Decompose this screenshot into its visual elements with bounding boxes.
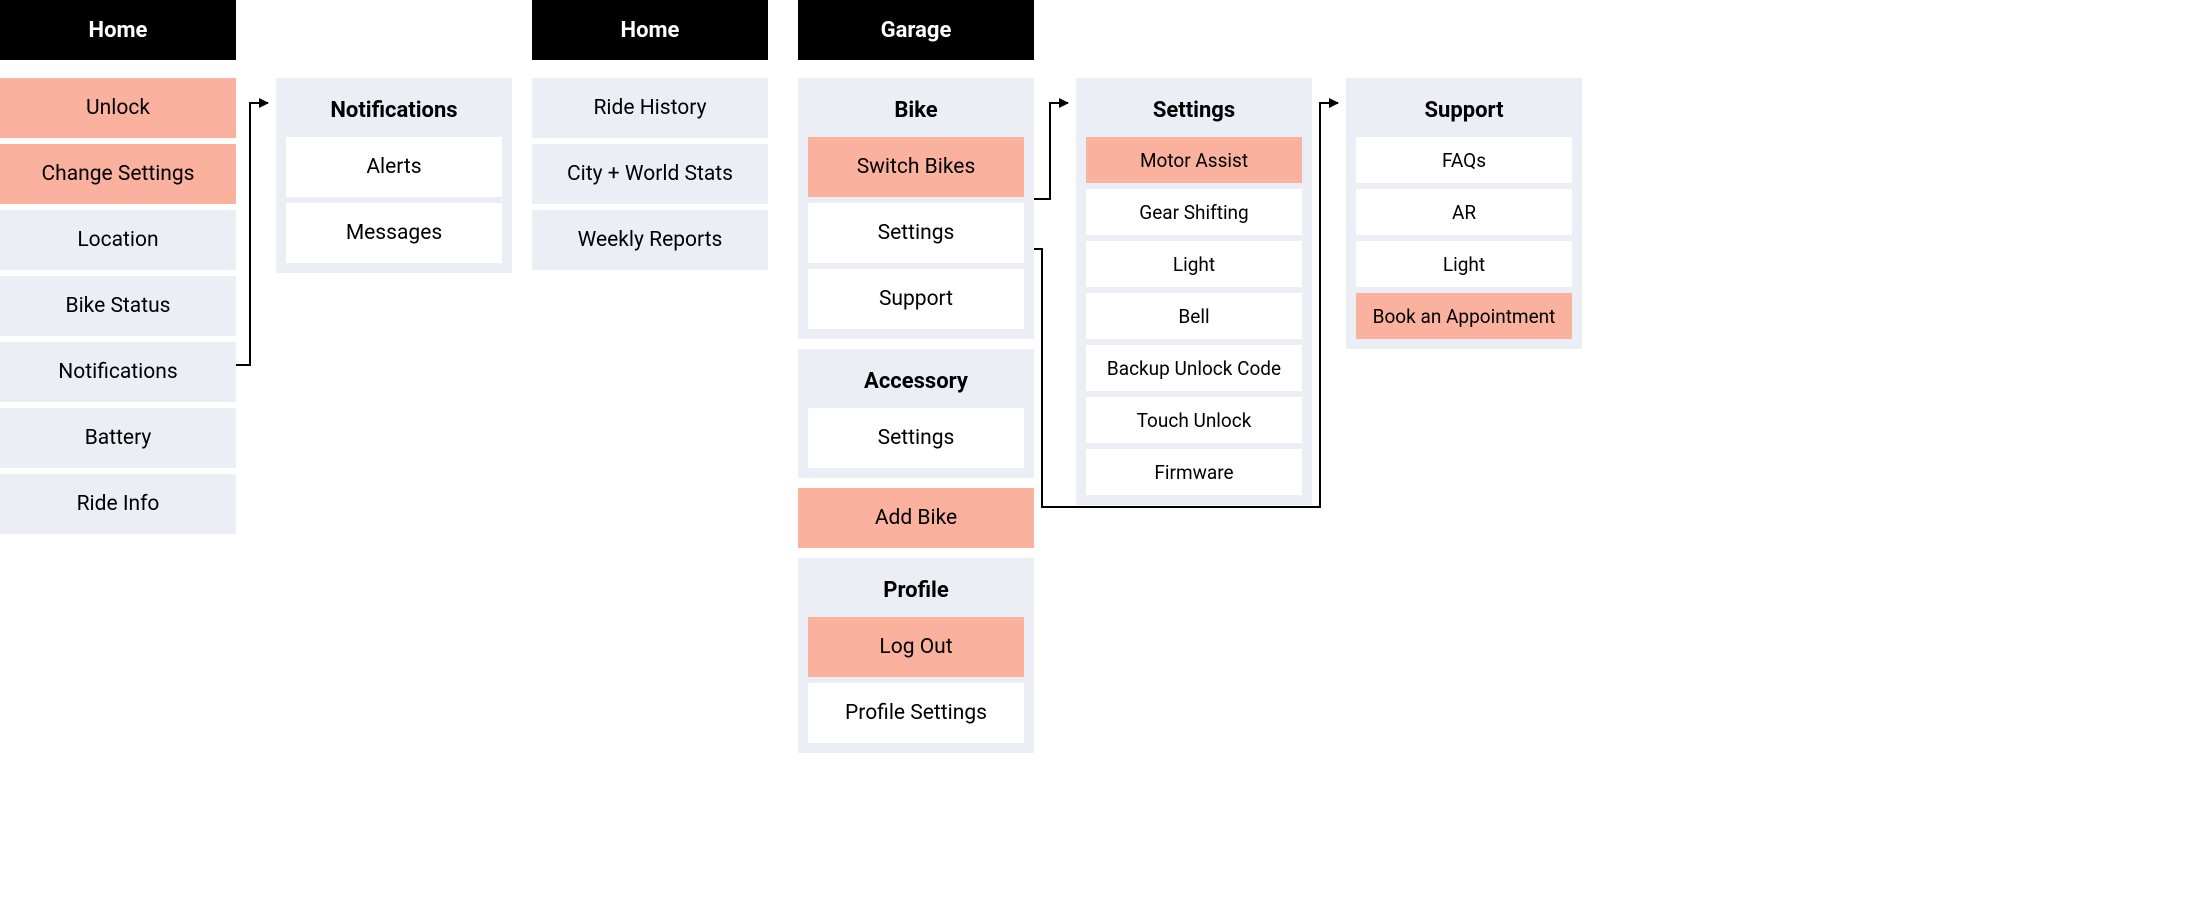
header-home-1: Home bbox=[0, 0, 236, 60]
panel-title-profile: Profile bbox=[808, 568, 1024, 617]
panel-profile: Profile Log Out Profile Settings bbox=[798, 558, 1034, 753]
item-ride-history[interactable]: Ride History bbox=[532, 78, 768, 138]
item-touch-unlock[interactable]: Touch Unlock bbox=[1086, 397, 1302, 443]
home2-items: Ride History City + World Stats Weekly R… bbox=[532, 78, 768, 270]
home1-items: Unlock Change Settings Location Bike Sta… bbox=[0, 78, 236, 534]
panel-settings: Settings Motor Assist Gear Shifting Ligh… bbox=[1076, 78, 1312, 505]
panel-accessory: Accessory Settings bbox=[798, 349, 1034, 478]
item-bike-support[interactable]: Support bbox=[808, 269, 1024, 329]
col-support: Support FAQs AR Light Book an Appointmen… bbox=[1346, 78, 1582, 359]
col-garage: Garage Bike Switch Bikes Settings Suppor… bbox=[798, 0, 1034, 763]
item-profile-settings[interactable]: Profile Settings bbox=[808, 683, 1024, 743]
panel-title-bike: Bike bbox=[808, 88, 1024, 137]
item-backup-unlock-code[interactable]: Backup Unlock Code bbox=[1086, 345, 1302, 391]
col-notifications: Notifications Alerts Messages bbox=[276, 78, 512, 283]
item-firmware[interactable]: Firmware bbox=[1086, 449, 1302, 495]
item-change-settings[interactable]: Change Settings bbox=[0, 144, 236, 204]
header-home-2: Home bbox=[532, 0, 768, 60]
item-city-world-stats[interactable]: City + World Stats bbox=[532, 144, 768, 204]
item-accessory-settings[interactable]: Settings bbox=[808, 408, 1024, 468]
item-log-out[interactable]: Log Out bbox=[808, 617, 1024, 677]
panel-title-accessory: Accessory bbox=[808, 359, 1024, 408]
panel-title-notifications: Notifications bbox=[286, 88, 502, 137]
item-light[interactable]: Light bbox=[1086, 241, 1302, 287]
col-home-1: Home Unlock Change Settings Location Bik… bbox=[0, 0, 236, 534]
panel-title-support: Support bbox=[1356, 88, 1572, 137]
col-settings: Settings Motor Assist Gear Shifting Ligh… bbox=[1076, 78, 1312, 515]
header-label: Home bbox=[621, 18, 680, 43]
header-garage: Garage bbox=[798, 0, 1034, 60]
item-faqs[interactable]: FAQs bbox=[1356, 137, 1572, 183]
item-support-light[interactable]: Light bbox=[1356, 241, 1572, 287]
item-add-bike[interactable]: Add Bike bbox=[798, 488, 1034, 548]
panel-bike: Bike Switch Bikes Settings Support bbox=[798, 78, 1034, 339]
item-bike-settings[interactable]: Settings bbox=[808, 203, 1024, 263]
panel-notifications: Notifications Alerts Messages bbox=[276, 78, 512, 273]
item-location[interactable]: Location bbox=[0, 210, 236, 270]
header-label: Garage bbox=[881, 18, 952, 43]
item-messages[interactable]: Messages bbox=[286, 203, 502, 263]
item-book-appointment[interactable]: Book an Appointment bbox=[1356, 293, 1572, 339]
item-notifications[interactable]: Notifications bbox=[0, 342, 236, 402]
panel-support: Support FAQs AR Light Book an Appointmen… bbox=[1346, 78, 1582, 349]
item-battery[interactable]: Battery bbox=[0, 408, 236, 468]
item-unlock[interactable]: Unlock bbox=[0, 78, 236, 138]
item-weekly-reports[interactable]: Weekly Reports bbox=[532, 210, 768, 270]
item-switch-bikes[interactable]: Switch Bikes bbox=[808, 137, 1024, 197]
item-bike-status[interactable]: Bike Status bbox=[0, 276, 236, 336]
item-gear-shifting[interactable]: Gear Shifting bbox=[1086, 189, 1302, 235]
item-alerts[interactable]: Alerts bbox=[286, 137, 502, 197]
item-bell[interactable]: Bell bbox=[1086, 293, 1302, 339]
col-home-2: Home Ride History City + World Stats Wee… bbox=[532, 0, 768, 270]
item-motor-assist[interactable]: Motor Assist bbox=[1086, 137, 1302, 183]
item-ride-info[interactable]: Ride Info bbox=[0, 474, 236, 534]
item-ar[interactable]: AR bbox=[1356, 189, 1572, 235]
panel-title-settings: Settings bbox=[1086, 88, 1302, 137]
header-label: Home bbox=[89, 18, 148, 43]
